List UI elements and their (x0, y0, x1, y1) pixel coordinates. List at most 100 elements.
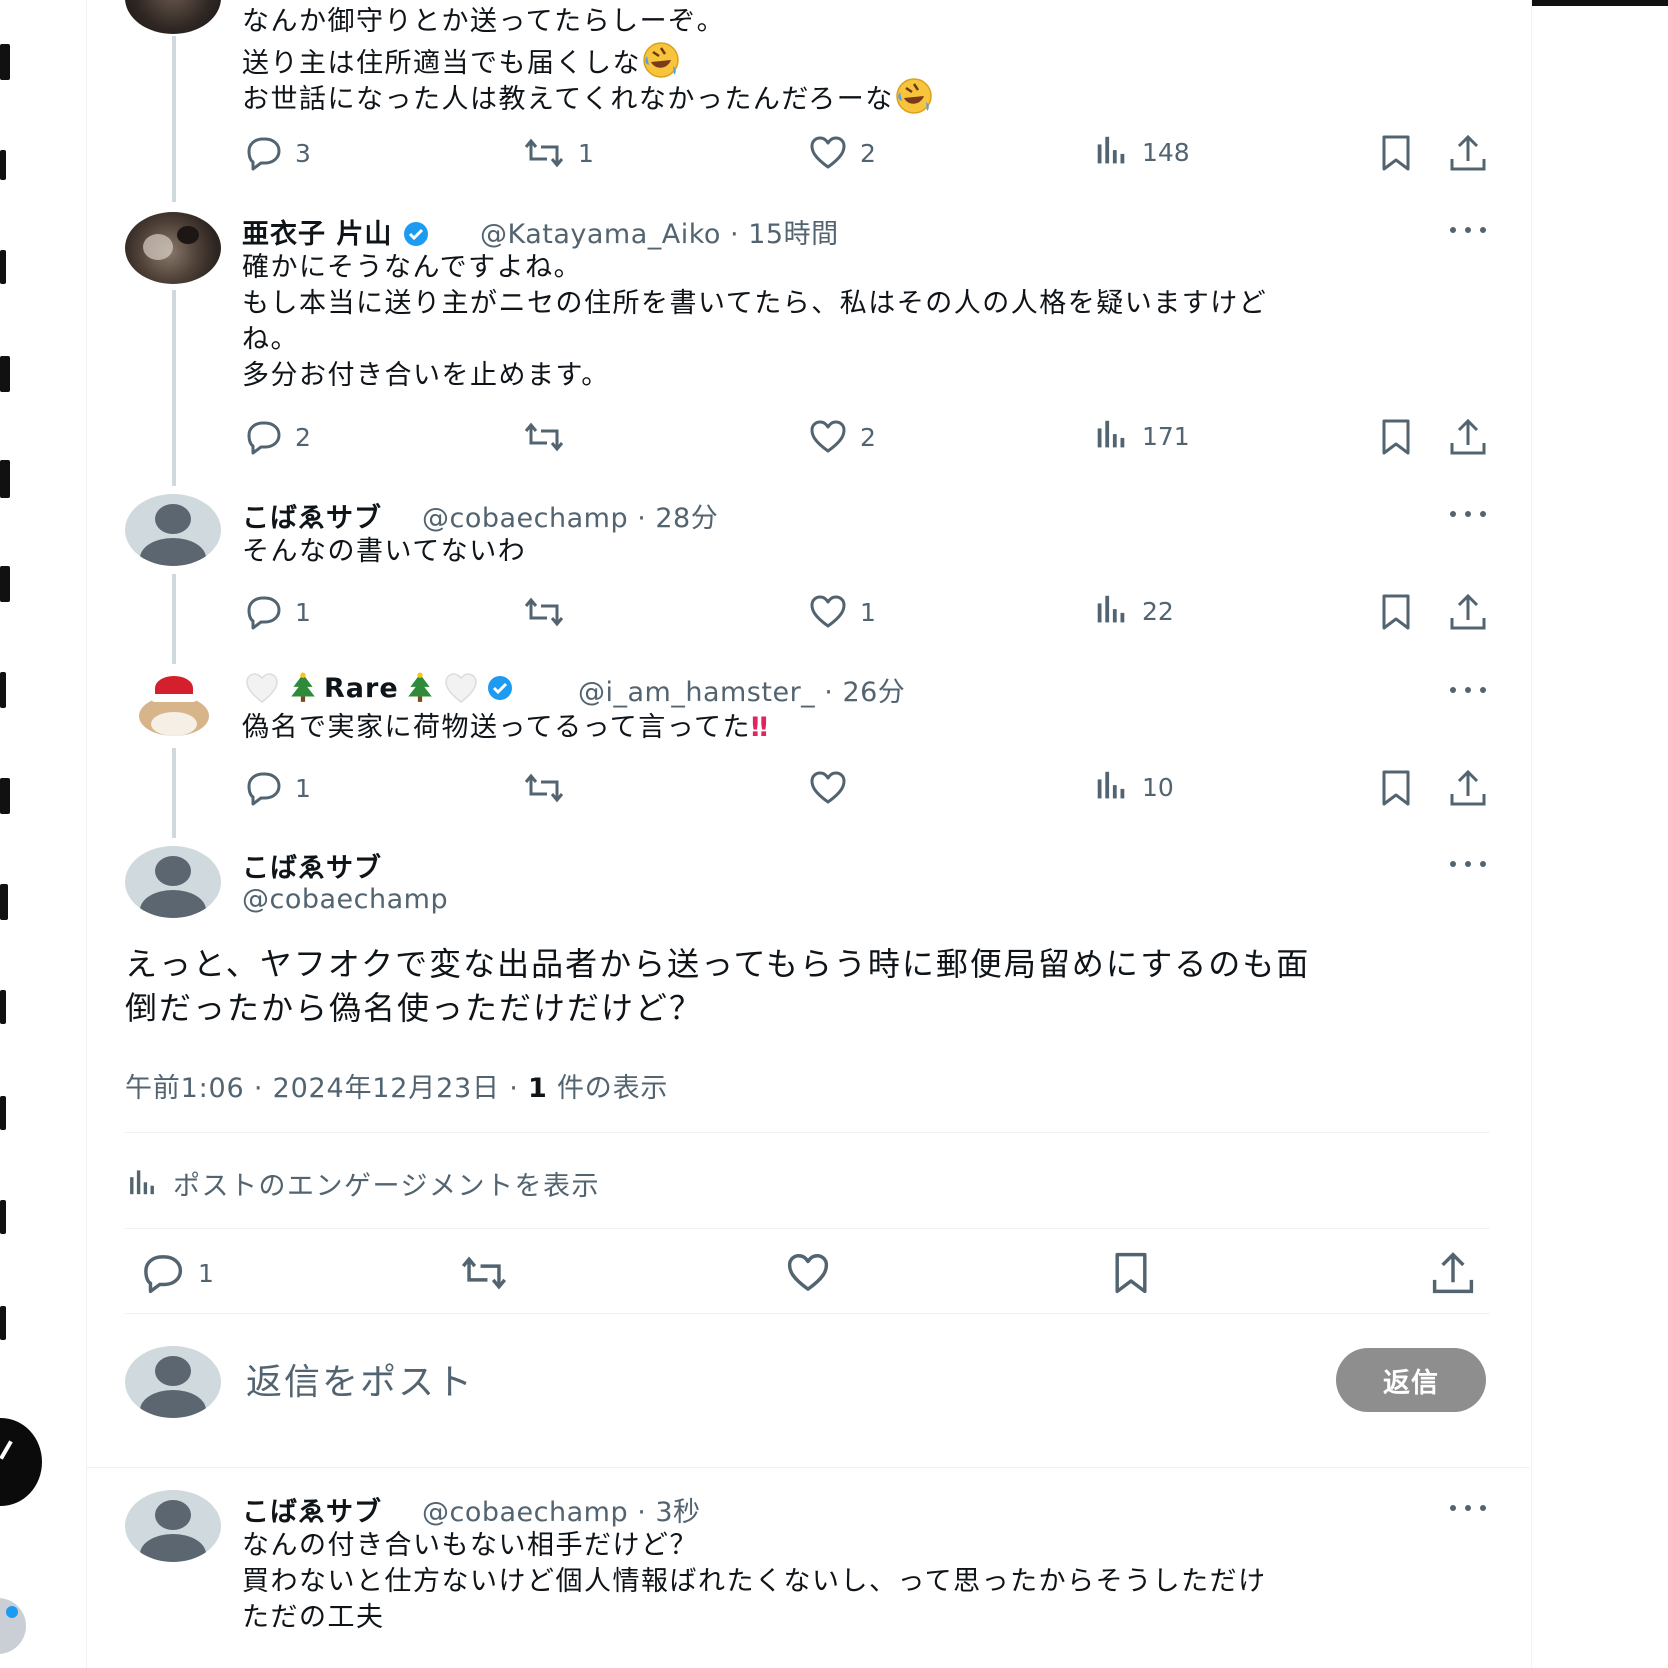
main-post-text: えっと、ヤフオクで変な出品者から送ってもらう時に郵便局留めにするのも面 倒だった… (125, 942, 1310, 1030)
author-handle[interactable]: @cobaechamp (242, 884, 448, 915)
views-button[interactable]: 171 (1092, 417, 1190, 455)
bookmark-button[interactable] (1376, 592, 1416, 632)
post-text-line: お世話になった人は教えてくれなかったんだろーな (242, 76, 934, 118)
engagement-link[interactable]: ポストのエンゲージメントを表示 (125, 1164, 600, 1203)
post-text-line: なんの付き合いもない相手だけど？ (242, 1530, 698, 1561)
views-icon (1097, 136, 1125, 164)
share-button[interactable] (1448, 768, 1488, 808)
cropped-text-fragment (0, 778, 10, 814)
avatar[interactable] (125, 668, 221, 740)
cropped-text-fragment (0, 250, 6, 284)
bookmark-icon (1382, 770, 1410, 806)
reply-icon (247, 772, 281, 806)
divider (125, 1132, 1490, 1133)
cropped-text-fragment (0, 990, 6, 1024)
more-icon[interactable] (1448, 502, 1488, 526)
thread-line (172, 290, 176, 486)
post-text-line: 買わないと仕方ないけど個人情報ばれたくないし、って思ったからそうしただけ (242, 1566, 1267, 1597)
avatar[interactable] (125, 1490, 221, 1562)
like-button[interactable]: 2 (808, 417, 876, 457)
author-handle-time[interactable]: @cobaechamp · 28分 (422, 496, 718, 535)
avatar[interactable] (125, 846, 221, 918)
view-count: 10 (1142, 772, 1174, 802)
more-icon[interactable] (1448, 218, 1488, 242)
share-button[interactable] (1430, 1250, 1476, 1296)
repost-button[interactable] (522, 592, 578, 632)
share-icon (1450, 419, 1486, 455)
author-name[interactable]: こばゑサブ (242, 496, 382, 535)
rofl-emoji (642, 41, 680, 79)
reply-button[interactable]: 3 (243, 133, 311, 173)
post-fab-button[interactable] (0, 1418, 42, 1506)
share-button[interactable] (1448, 133, 1488, 173)
cropped-text-fragment (0, 44, 10, 80)
post-text-line: 確かにそうなんですよね。 (242, 252, 583, 283)
share-icon (1450, 594, 1486, 630)
thread-line (172, 574, 176, 664)
reply-button[interactable]: 1 (138, 1250, 214, 1296)
bookmark-button[interactable] (1376, 768, 1416, 808)
like-button[interactable]: 1 (808, 592, 876, 632)
author-handle-time[interactable]: @i_am_hamster_ · 26分 (578, 670, 905, 709)
reply-button[interactable]: 1 (243, 768, 311, 808)
author-name[interactable]: こばゑサブ (242, 1490, 382, 1529)
reply-count: 3 (295, 138, 311, 168)
repost-button[interactable] (522, 768, 578, 808)
reply-count: 1 (295, 597, 311, 627)
verified-icon (486, 675, 513, 701)
cropped-text-fragment (0, 672, 6, 708)
avatar[interactable] (125, 212, 221, 284)
like-button[interactable] (784, 1250, 832, 1296)
reply-button[interactable]: 1 (243, 592, 311, 632)
more-icon[interactable] (1448, 1496, 1488, 1520)
post-text-line: 倒だったから偽名使っただけだけど？ (125, 989, 704, 1027)
view-count: 22 (1142, 596, 1174, 626)
view-count: 148 (1142, 137, 1190, 167)
reply-icon (247, 421, 281, 455)
like-icon (810, 136, 846, 169)
more-icon[interactable] (1448, 678, 1488, 702)
post-timestamp[interactable]: 午前1:06 · 2024年12月23日 · 1 件の表示 (125, 1066, 668, 1105)
author-name[interactable]: こばゑサブ (242, 846, 382, 885)
author-handle-time[interactable]: @Katayama_Aiko · 15時間 (480, 212, 839, 251)
verified-icon (402, 221, 429, 247)
heart-emoji (246, 673, 278, 703)
repost-button[interactable] (458, 1250, 510, 1296)
reply-submit-button[interactable]: 返信 (1336, 1348, 1486, 1412)
reply-icon (247, 137, 281, 171)
share-icon (1450, 135, 1486, 171)
share-button[interactable] (1448, 417, 1488, 457)
post-text-line: 多分お付き合いを止めます。 (242, 360, 610, 391)
share-icon (1432, 1252, 1474, 1294)
repost-icon (524, 598, 564, 626)
views-button[interactable]: 148 (1092, 133, 1190, 171)
like-button[interactable] (808, 768, 860, 808)
views-button[interactable]: 10 (1092, 768, 1174, 806)
reply-input[interactable]: 返信をポスト (246, 1353, 474, 1405)
like-count: 1 (860, 597, 876, 627)
repost-button[interactable]: 1 (522, 133, 594, 173)
repost-button[interactable] (522, 417, 578, 457)
reply-button[interactable]: 2 (243, 417, 311, 457)
bookmark-button[interactable] (1376, 417, 1416, 457)
notification-dot (6, 1606, 18, 1618)
more-icon[interactable] (1448, 852, 1488, 876)
post-text-line: もし本当に送り主がニセの住所を書いてたら、私はその人の人格を疑いますけど (242, 288, 1268, 319)
repost-count: 1 (578, 138, 594, 168)
author-name[interactable]: 亜衣子 片山 (242, 212, 429, 251)
like-button[interactable]: 2 (808, 133, 876, 173)
share-button[interactable] (1448, 592, 1488, 632)
bookmark-icon (1382, 135, 1410, 171)
author-handle-time[interactable]: @cobaechamp · 3秒 (422, 1490, 701, 1529)
share-icon (1450, 770, 1486, 806)
cropped-text-fragment (0, 884, 8, 920)
author-name[interactable]: Rare (242, 670, 513, 706)
post-text-line: ただの工夫 (242, 1602, 385, 1633)
views-button[interactable]: 22 (1092, 592, 1174, 630)
like-icon (810, 420, 846, 453)
reply-icon (247, 596, 281, 630)
avatar[interactable] (125, 494, 221, 566)
bookmark-button[interactable] (1376, 133, 1416, 173)
cropped-text-fragment (0, 1200, 6, 1234)
bookmark-button[interactable] (1108, 1250, 1154, 1296)
